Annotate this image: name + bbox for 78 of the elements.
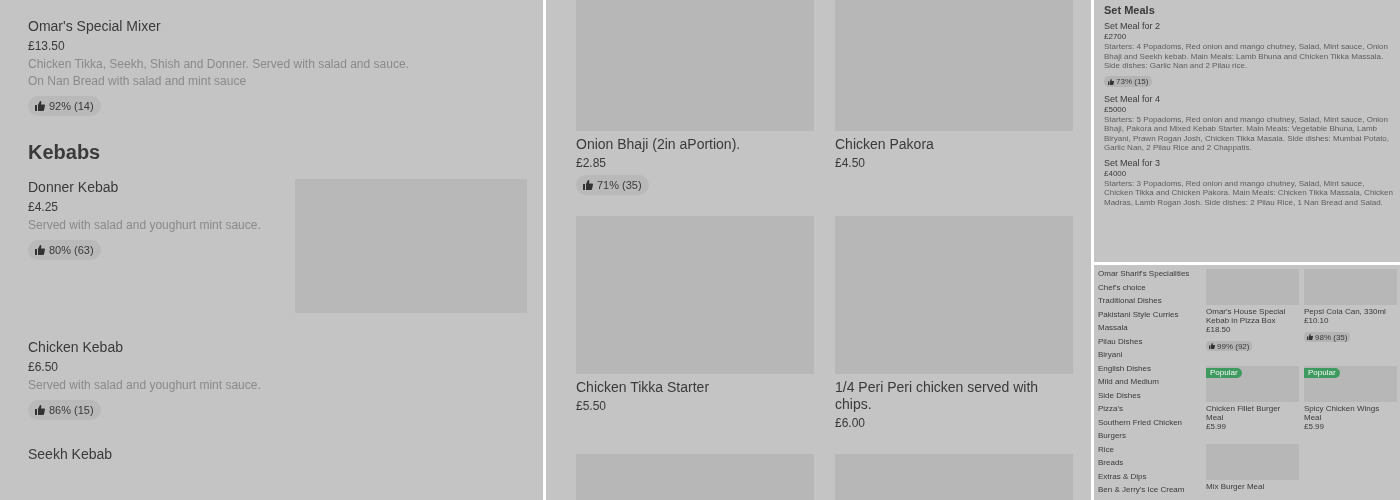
item-name[interactable]: Set Meal for 3 bbox=[1104, 157, 1161, 169]
category-link[interactable]: Side Dishes bbox=[1098, 388, 1141, 402]
category-link[interactable]: Omar Sharif's Specialities bbox=[1098, 267, 1190, 281]
category-link[interactable]: Pakistani Style Curries bbox=[1098, 307, 1179, 321]
item-name[interactable]: Omar's Special Mixer bbox=[28, 16, 161, 36]
category-link[interactable]: Traditional Dishes bbox=[1098, 294, 1162, 308]
rating-text: 99% (92) bbox=[1217, 341, 1250, 351]
thumbs-up-icon bbox=[583, 180, 593, 190]
item-description: Starters: 3 Popadoms, Red onion and mango chutney, Salad, Mint sauce, Chicken Tikka and Chicken Pakora. Main Meals: Chicken Tikka Massala, Chicken Madras, Lamb Rogan Josh. Side dishes: 2 Pilau Rice, 1 Nan Bread and Salad. bbox=[1104, 178, 1394, 207]
item-description: Served with salad and youghurt mint sauce. bbox=[28, 217, 261, 234]
image-placeholder[interactable]: Popular bbox=[1206, 365, 1299, 402]
item-price: £6.00 bbox=[835, 415, 866, 432]
item-price: £5000 bbox=[1104, 104, 1127, 115]
item-price: £2700 bbox=[1104, 32, 1127, 42]
rating-text: 71% (35) bbox=[597, 179, 642, 191]
item-name[interactable]: Donner Kebab bbox=[28, 177, 119, 197]
rating-text: 73% (15) bbox=[1116, 77, 1149, 86]
category-link[interactable]: Pizza's bbox=[1098, 402, 1124, 416]
thumbs-up-icon bbox=[35, 405, 45, 415]
item-name[interactable]: Onion Bhaji (2in aPortion). bbox=[576, 136, 741, 153]
rating-text: 80% (63) bbox=[49, 244, 94, 256]
category-link[interactable]: Extras & Dips bbox=[1098, 469, 1147, 483]
menu-item[interactable]: Seekh Kebab bbox=[28, 444, 527, 464]
category-link[interactable]: Ben & Jerry's Ice Cream bbox=[1098, 483, 1185, 497]
category-link[interactable]: Chef's choice bbox=[1098, 280, 1146, 294]
thumbs-up-icon bbox=[35, 245, 45, 255]
category-link[interactable]: Biryani bbox=[1098, 348, 1123, 362]
section-heading: Set Meals bbox=[1104, 3, 1155, 17]
category-link[interactable]: English Dishes bbox=[1098, 361, 1151, 375]
thumbs-up-icon bbox=[1108, 78, 1114, 85]
category-link[interactable]: Pilau Dishes bbox=[1098, 334, 1143, 348]
item-price: £5.99 bbox=[1304, 421, 1325, 432]
item-price: £2.85 bbox=[576, 155, 607, 172]
item-name[interactable]: 1/4 Peri Peri chicken served with chips. bbox=[835, 379, 1073, 413]
rating-text: 98% (35) bbox=[1315, 332, 1348, 342]
rating-text: 86% (15) bbox=[49, 404, 94, 416]
category-link[interactable]: Massala bbox=[1098, 321, 1128, 335]
item-price: £6.50 bbox=[28, 359, 59, 376]
item-description: On Nan Bread with salad and mint sauce bbox=[28, 73, 247, 90]
rating-text: 92% (14) bbox=[49, 100, 94, 112]
menu-item[interactable]: Chicken Kebab £6.50 Served with salad and youghurt mint sauce. 86% (15) bbox=[28, 337, 527, 420]
item-name[interactable]: Spicy Chicken Wings Meal bbox=[1304, 403, 1397, 422]
item-name[interactable]: Mix Burger Meal bbox=[1206, 482, 1299, 492]
item-name[interactable]: Pepsi Cola Can, 330ml bbox=[1304, 307, 1397, 316]
item-price: £4.25 bbox=[28, 199, 59, 216]
thumbs-up-icon bbox=[1209, 343, 1215, 349]
item-name[interactable]: Omar's House Special Kebab in Pizza Box bbox=[1206, 307, 1299, 325]
category-link[interactable]: Mild and Medium bbox=[1098, 375, 1159, 389]
item-name[interactable]: Chicken Fillet Burger Meal bbox=[1206, 403, 1299, 422]
item-description: Served with salad and youghurt mint sauce. bbox=[28, 377, 261, 394]
item-price: £5.99 bbox=[1206, 421, 1227, 432]
menu-item[interactable]: Donner Kebab £4.25 Served with salad and youghurt mint sauce. 80% (63) bbox=[28, 177, 527, 313]
item-name[interactable]: Chicken Pakora bbox=[835, 136, 934, 153]
category-link[interactable]: Rice bbox=[1098, 442, 1114, 456]
item-name[interactable]: Seekh Kebab bbox=[28, 444, 113, 464]
category-link[interactable]: Breads bbox=[1098, 456, 1124, 470]
item-price: £4.50 bbox=[835, 155, 866, 172]
item-price: £10.10 bbox=[1304, 316, 1329, 326]
item-price: £5.50 bbox=[576, 398, 607, 415]
item-description: Chicken Tikka, Seekh, Shish and Donner. Served with salad and sauce. bbox=[28, 56, 409, 73]
item-price: £18.50 bbox=[1206, 325, 1231, 335]
popular-badge: Popular bbox=[1304, 367, 1340, 378]
menu-item[interactable]: Omar's Special Mixer £13.50 Chicken Tikka, Seekh, Shish and Donner. Served with salad and sauce. On Nan Bread with salad and mint sauce 92% (14) bbox=[28, 16, 527, 116]
image-placeholder[interactable]: Popular bbox=[1304, 365, 1397, 402]
item-name[interactable]: Set Meal for 4 bbox=[1104, 93, 1161, 105]
item-price: £13.50 bbox=[28, 38, 65, 55]
section-heading: Kebabs bbox=[28, 140, 102, 164]
thumbs-up-icon bbox=[1307, 334, 1313, 340]
item-name[interactable]: Set Meal for 2 bbox=[1104, 21, 1161, 32]
item-description: Starters: 5 Popadoms, Red onion and mango chutney, Salad, Mint sauce, Onion Bhaji, Pakora and Mixed Kebab Starter. Main Meals: Vegetable Bhuna, Lamb Biryani, Prawn Rogan Josh, Chicken Tikka Masala. Side dishes: Mumbai Potato, Garlic Nan, 2 Pilau Rice and 2 Chappatis. bbox=[1104, 114, 1391, 153]
item-description: Starters: 4 Popadoms, Red onion and mango chutney, Salad, Mint sauce, Onion Bhaji and Seekh kebab. Main Meals: Lamb Bhuna and Chicken Tikka Massala. Side dishes: Garlic Nan and 2 Pilau rice. bbox=[1104, 42, 1390, 71]
thumbs-up-icon bbox=[35, 101, 45, 111]
item-name[interactable]: Chicken Tikka Starter bbox=[576, 379, 710, 396]
category-link[interactable]: Southern Fried Chicken bbox=[1098, 415, 1183, 429]
item-price: £4000 bbox=[1104, 168, 1127, 179]
item-name[interactable]: Chicken Kebab bbox=[28, 337, 123, 357]
popular-badge: Popular bbox=[1206, 367, 1242, 378]
category-link[interactable]: Burgers bbox=[1098, 429, 1126, 443]
